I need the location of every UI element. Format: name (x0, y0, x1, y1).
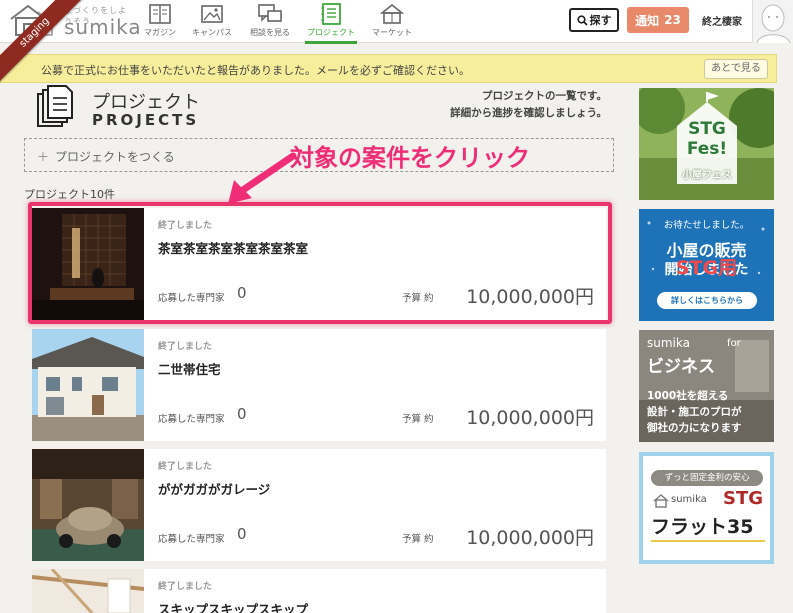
house-logo-icon (653, 494, 669, 508)
budget-value: 10,000,000円 (466, 286, 594, 308)
alert-banner: 公募で正式にお仕事をいただいたと報告がありました。メールを必ずご確認ください。 … (0, 54, 777, 83)
picture-icon (201, 5, 223, 23)
applied-label: 応募した専門家 (158, 293, 225, 304)
page-subtitle: PROJECTS (92, 111, 200, 129)
notebook-icon (321, 3, 341, 25)
project-thumbnail (32, 569, 144, 613)
nav-market[interactable]: マーケット (364, 3, 420, 41)
nav-market-label: マーケット (372, 28, 412, 37)
business-banner[interactable]: sumika for ビジネス 1000社を超える 設計・施工のプロが 御社の力… (639, 330, 774, 442)
plus-icon: ＋ (37, 150, 50, 164)
budget-label: 予算 約 (402, 534, 434, 545)
applied-count: 0 (237, 405, 247, 423)
project-thumbnail (32, 208, 144, 320)
nav-magazine[interactable]: マガジン (132, 3, 188, 41)
annotation-text: 対象の案件をクリック (290, 144, 530, 172)
garage-photo-icon (32, 449, 144, 561)
sale-banner[interactable]: お待たせしました。 小屋の販売 開始しました STG用 詳しくはこちらから (639, 209, 774, 321)
applied-label: 応募した専門家 (158, 534, 225, 545)
nav-consultation-label: 相談を見る (250, 28, 290, 37)
business-banner-title: ビジネス (647, 357, 715, 377)
project-card[interactable]: 終了しました 茶室茶室茶室茶室茶室茶室 応募した専門家 0 予算 約 10,00… (32, 208, 606, 320)
project-thumbnail (32, 329, 144, 441)
flat35-banner-underline (651, 540, 765, 542)
sale-banner-lead: お待たせしました。 (663, 220, 750, 231)
flat35-banner-stg: STG (723, 488, 764, 509)
nav-consultation[interactable]: 相談を見る (242, 3, 298, 41)
annotation-arrow-icon (228, 152, 297, 204)
page-description: プロジェクトの一覧です。 詳細から進捗を確認しましょう。 (450, 88, 607, 122)
budget-value: 10,000,000円 (466, 527, 594, 549)
documents-icon (37, 85, 73, 127)
search-label: 探す (589, 14, 612, 27)
magazine-icon (149, 4, 171, 24)
flat35-banner-title: フラット35 (651, 516, 754, 538)
project-card[interactable]: 終了しました 二世帯住宅 応募した専門家 0 予算 約 10,000,000円 (32, 329, 606, 441)
budget-value: 10,000,000円 (466, 407, 594, 429)
top-bar: 家づくりをしようそう sumika マガジン キャンパス 相談を見る プロジェク… (0, 0, 793, 44)
page-description-line-2: 詳細から進捗を確認しましょう。 (450, 107, 607, 119)
fes-banner-title: STG (688, 119, 726, 139)
business-banner-line-2: 設計・施工のプロが (647, 406, 742, 418)
interior-photo-icon (32, 569, 144, 613)
business-banner-line-3: 御社の力になります (647, 422, 742, 434)
flat35-banner[interactable]: ずっと固定金利の安心 sumika STG フラット35 (639, 452, 774, 564)
market-tent-icon (379, 3, 405, 24)
project-status: 終了しました (158, 342, 213, 352)
fes-banner-caption: 小屋フェス (682, 170, 732, 181)
search-button[interactable]: 探す (569, 8, 619, 32)
nav-magazine-label: マガジン (144, 28, 176, 37)
staging-ribbon-label: staging (0, 0, 88, 86)
flat35-banner-brand: sumika (671, 494, 707, 505)
project-status: 終了しました (158, 221, 213, 231)
notification-label: 通知 (635, 13, 660, 28)
fes-banner[interactable]: STG Fes! 小屋フェス (639, 88, 774, 200)
project-title[interactable]: スキップスキップスキップ (158, 599, 308, 613)
search-icon (576, 14, 588, 26)
business-banner-brand: sumika (647, 336, 690, 350)
business-banner-for: for (727, 338, 741, 349)
avatar[interactable] (752, 0, 793, 44)
applied-count: 0 (237, 284, 247, 302)
sale-banner-overlay: STG用 (675, 257, 738, 279)
project-status: 終了しました (158, 582, 213, 592)
later-button[interactable]: あとで見る (704, 59, 768, 79)
page-description-line-1: プロジェクトの一覧です。 (482, 90, 607, 102)
nav-campus[interactable]: キャンパス (184, 3, 240, 41)
budget-label: 予算 約 (402, 293, 434, 304)
project-status: 終了しました (158, 462, 213, 472)
project-card[interactable]: 終了しました ががガガがガレージ 応募した専門家 0 予算 約 10,000,0… (32, 449, 606, 561)
nav-campus-label: キャンパス (192, 28, 232, 37)
project-title[interactable]: 茶室茶室茶室茶室茶室茶室 (158, 238, 308, 257)
budget-label: 予算 約 (402, 414, 434, 425)
staging-ribbon: staging (0, 0, 90, 90)
user-avatar-icon (756, 4, 791, 44)
nav-projects-label: プロジェクト (307, 28, 355, 37)
alert-text: 公募で正式にお仕事をいただいたと報告がありました。メールを必ずご確認ください。 (41, 64, 470, 77)
user-name[interactable]: 終之棲家 (702, 13, 742, 28)
notification-count: 23 (664, 13, 681, 27)
project-count: プロジェクト10件 (24, 188, 115, 201)
flat35-banner-tag: ずっと固定金利の安心 (651, 470, 763, 486)
notification-button[interactable]: 通知 23 (627, 7, 689, 33)
project-title[interactable]: ががガガがガレージ (158, 479, 270, 498)
house-photo-icon (32, 329, 144, 441)
project-title[interactable]: 二世帯住宅 (158, 359, 221, 378)
sale-banner-button[interactable]: 詳しくはこちらから (657, 292, 757, 309)
chat-bubble-icon (258, 4, 282, 22)
nav-projects[interactable]: プロジェクト (303, 3, 359, 44)
applied-count: 0 (237, 525, 247, 543)
applied-label: 応募した専門家 (158, 414, 225, 425)
project-thumbnail (32, 449, 144, 561)
create-project-label: プロジェクトをつくる (55, 150, 175, 164)
business-banner-line-1: 1000社を超える (647, 390, 729, 402)
business-banner-lines: 1000社を超える 設計・施工のプロが 御社の力になります (647, 388, 742, 436)
project-card[interactable]: 終了しました スキップスキップスキップ (32, 569, 606, 613)
fes-banner-subtitle: Fes! (686, 139, 728, 159)
tea-room-photo-icon (32, 208, 144, 320)
